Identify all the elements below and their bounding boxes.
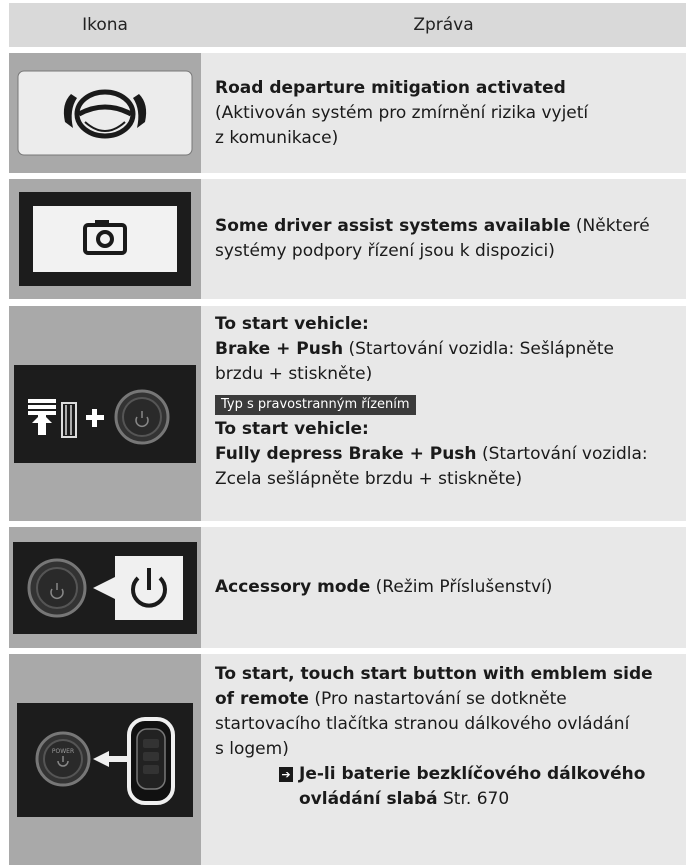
road-departure-steering-icon (17, 70, 193, 156)
message-desc-cont: z komunikace) (215, 127, 339, 148)
reference-title: Je-li baterie bezklíčového dálkového (299, 764, 646, 784)
variant-tag: Typ s pravostranným řízením (215, 395, 416, 415)
table-header: Ikona Zpráva (9, 3, 686, 47)
message-title: To start vehicle: (215, 314, 369, 334)
message-desc-variant-cont: Zcela sešlápněte brzdu + stiskněte) (215, 469, 523, 489)
reference-title-cont: ovládání slabá (299, 789, 438, 809)
power-label: POWER (52, 748, 74, 755)
message-cell: To start, touch start button with emblem… (201, 654, 686, 865)
message-title: Some driver assist systems available (215, 216, 571, 236)
message-desc-cont: startovacího tlačítka stranou dálkového … (215, 714, 630, 734)
message-desc-cont2: s logem) (215, 739, 289, 759)
message-cell: Some driver assist systems available (Ně… (201, 179, 686, 299)
reference-page[interactable]: Str. 670 (443, 789, 509, 809)
header-icon-column: Ikona (82, 15, 128, 35)
message-cell: Road departure mitigation activated (Akt… (201, 53, 686, 173)
message-title: Accessory mode (215, 577, 371, 597)
icon-cell (9, 306, 201, 521)
message-desc: (Startování vozidla: Sešlápněte (348, 339, 614, 359)
icon-cell (9, 527, 201, 648)
cross-reference-link[interactable]: ➔ Je-li baterie bezklíčového dálkového (279, 762, 680, 787)
message-bold-line: Brake + Push (215, 339, 344, 359)
brake-pedal-plus-power-button-icon (14, 364, 196, 463)
message-title-variant: To start vehicle: (215, 419, 369, 439)
arrow-right-icon: ➔ (279, 767, 293, 782)
icon-cell: POWER (9, 654, 201, 865)
table-row: Road departure mitigation activated (Akt… (9, 53, 686, 173)
message-cell: Accessory mode (Režim Příslušenství) (201, 527, 686, 648)
message-desc: (Režim Příslušenství) (375, 577, 553, 597)
header-message-column: Zpráva (413, 15, 474, 35)
message-desc: (Aktivován systém pro zmírnění rizika vy… (215, 102, 589, 123)
message-desc-cont: systémy podpory řízení jsou k dispozici) (215, 241, 555, 261)
message-title-cont: of remote (215, 689, 309, 709)
message-title: To start, touch start button with emblem… (215, 664, 653, 684)
table-row: To start vehicle: Brake + Push (Startová… (9, 306, 686, 521)
message-desc: (Pro nastartování se dotkněte (314, 689, 567, 709)
camera-icon (19, 192, 191, 286)
icon-cell (9, 179, 201, 299)
table-row: Some driver assist systems available (Ně… (9, 179, 686, 299)
power-button-accessory-icon (13, 541, 197, 634)
message-table: Ikona Zpráva Road departure mitigation a… (9, 3, 686, 865)
table-row: POWER To start, touch start button with … (9, 654, 686, 865)
icon-cell (9, 53, 201, 173)
table-row: Accessory mode (Režim Příslušenství) (9, 527, 686, 648)
message-desc: (Některé (575, 216, 650, 236)
message-title: Road departure mitigation activated (215, 77, 566, 98)
message-cell: To start vehicle: Brake + Push (Startová… (201, 306, 686, 521)
power-button-remote-fob-icon: POWER (17, 702, 193, 817)
message-bold-line-variant: Fully depress Brake + Push (215, 444, 477, 464)
message-desc-variant: (Startování vozidla: (481, 444, 648, 464)
message-desc-cont: brzdu + stiskněte) (215, 364, 373, 384)
